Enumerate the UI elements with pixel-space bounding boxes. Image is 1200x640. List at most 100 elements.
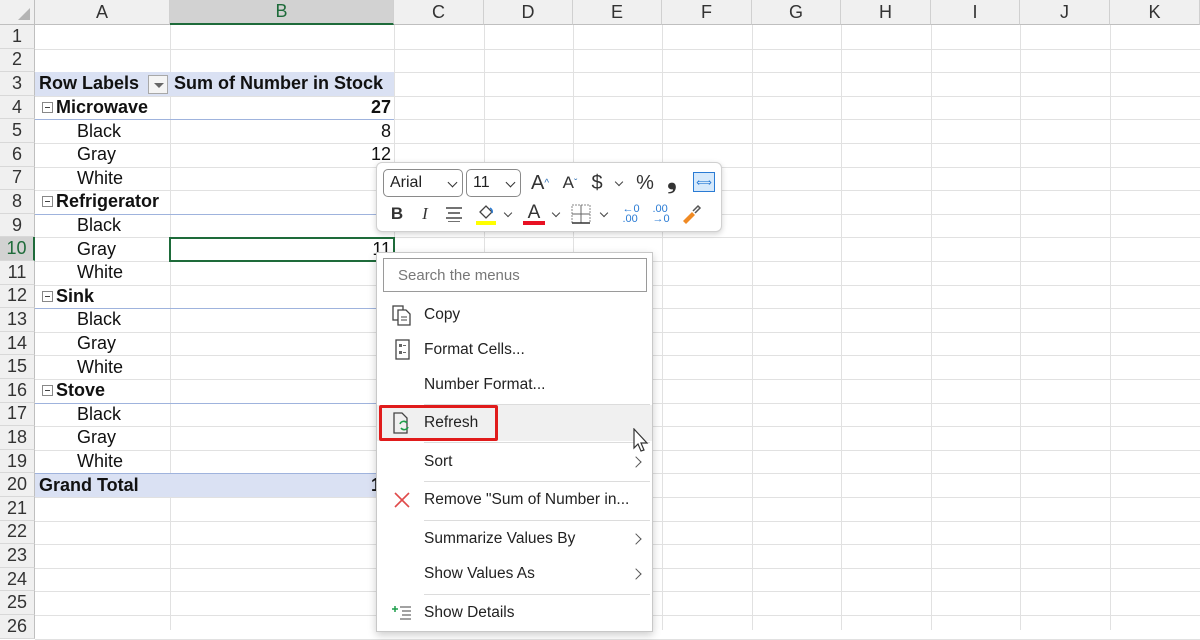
row-header-24[interactable]: 24	[0, 567, 35, 592]
column-header-g[interactable]: G	[752, 0, 841, 25]
row-header-23[interactable]: 23	[0, 544, 35, 568]
row-header-8[interactable]: 8	[0, 190, 35, 214]
row-header-22[interactable]: 22	[0, 520, 35, 545]
pivot-row-label[interactable]: Sink	[38, 285, 94, 309]
pivot-row-value[interactable]: 3	[174, 190, 391, 214]
column-header-a[interactable]: A	[35, 0, 170, 25]
active-cell-b10[interactable]	[169, 237, 395, 262]
fill-color-dropdown-chevron[interactable]	[503, 208, 513, 218]
pivot-row-value[interactable]: 8	[174, 119, 391, 143]
pivot-row-value[interactable]: 1	[174, 261, 391, 285]
pivot-row-value[interactable]: 3	[174, 379, 391, 403]
pivot-row-value[interactable]: 1	[174, 355, 391, 379]
row-header-11[interactable]: 11	[0, 261, 35, 285]
menu-item-sort[interactable]: Sort	[377, 444, 652, 480]
menu-item-format-cells[interactable]: Format Cells...	[377, 332, 652, 368]
pivot-row-label[interactable]: White	[77, 355, 123, 379]
pivot-row-label[interactable]: Refrigerator	[38, 190, 159, 214]
column-header-b[interactable]: B	[170, 0, 394, 25]
row-header-13[interactable]: 13	[0, 308, 35, 332]
values-header[interactable]: Sum of Number in Stock	[174, 72, 383, 96]
currency-format-button[interactable]: $	[587, 169, 607, 197]
select-all-button[interactable]	[0, 0, 35, 25]
row-header-3[interactable]: 3	[0, 72, 35, 96]
row-header-20[interactable]: 20	[0, 473, 35, 497]
pivot-row-value[interactable]: 1	[174, 450, 391, 474]
column-header-c[interactable]: C	[394, 0, 484, 25]
pivot-row-label[interactable]: Stove	[38, 379, 105, 403]
row-header-26[interactable]: 26	[0, 615, 35, 639]
pivot-row-label[interactable]: Gray	[77, 426, 116, 450]
pivot-row-label[interactable]: White	[77, 167, 123, 191]
row-header-21[interactable]: 21	[0, 497, 35, 521]
row-header-15[interactable]: 15	[0, 355, 35, 379]
menu-item-summarize-values-by[interactable]: Summarize Values By	[377, 521, 652, 557]
fill-color-button[interactable]	[475, 201, 497, 227]
row-header-5[interactable]: 5	[0, 119, 35, 143]
column-header-f[interactable]: F	[662, 0, 752, 25]
pivot-row-value[interactable]	[174, 167, 391, 191]
decrease-decimal-button[interactable]: .00 →0	[649, 201, 673, 227]
italic-button[interactable]: I	[415, 201, 435, 227]
pivot-row-label[interactable]: Gray	[77, 332, 116, 356]
currency-dropdown-chevron[interactable]	[614, 177, 624, 187]
pivot-row-label[interactable]: Grand Total	[39, 473, 139, 497]
column-header-i[interactable]: I	[931, 0, 1020, 25]
column-header-e[interactable]: E	[573, 0, 662, 25]
pivot-row-value[interactable]: 1	[174, 332, 391, 356]
pivot-row-label[interactable]: Gray	[77, 143, 116, 167]
percent-style-button[interactable]: %	[633, 169, 657, 197]
pivot-row-value[interactable]: 12	[174, 473, 391, 497]
row-header-16[interactable]: 16	[0, 379, 35, 403]
row-header-19[interactable]: 19	[0, 449, 35, 474]
collapse-icon[interactable]	[42, 290, 53, 302]
row-header-1[interactable]: 1	[0, 25, 35, 49]
menu-item-copy[interactable]: Copy	[377, 297, 652, 333]
increase-font-size-button[interactable]: A ^	[527, 169, 553, 197]
pivot-row-label[interactable]: Black	[77, 403, 121, 427]
collapse-icon[interactable]	[42, 196, 53, 208]
format-painter-button[interactable]	[679, 201, 703, 227]
comma-style-button[interactable]: ❟	[664, 167, 680, 195]
pivot-row-label[interactable]: Black	[77, 308, 121, 332]
borders-button[interactable]	[569, 201, 593, 227]
menu-item-show-details[interactable]: Show Details	[377, 595, 652, 631]
pivot-row-value[interactable]: 1	[174, 426, 391, 450]
row-labels-header[interactable]: Row Labels	[39, 72, 139, 96]
pivot-row-label[interactable]: Black	[77, 214, 121, 238]
collapse-icon[interactable]	[42, 102, 53, 114]
row-header-9[interactable]: 9	[0, 213, 35, 238]
row-header-2[interactable]: 2	[0, 48, 35, 73]
column-header-j[interactable]: J	[1020, 0, 1110, 25]
font-size-select[interactable]: 11	[466, 169, 521, 197]
row-header-10[interactable]: 10	[0, 237, 35, 261]
menu-item-number-format[interactable]: Number Format...	[377, 367, 652, 403]
increase-decimal-button[interactable]: ←0.00	[619, 201, 643, 227]
row-labels-filter-dropdown[interactable]	[148, 75, 168, 94]
row-header-7[interactable]: 7	[0, 166, 35, 191]
pivot-row-label[interactable]: Gray	[77, 237, 116, 261]
font-name-select[interactable]: Arial	[383, 169, 463, 197]
row-header-4[interactable]: 4	[0, 95, 35, 120]
pivot-row-value[interactable]: 1	[174, 403, 391, 427]
menu-item-show-values-as[interactable]: Show Values As	[377, 556, 652, 592]
row-header-14[interactable]: 14	[0, 331, 35, 356]
bold-button[interactable]: B	[387, 201, 407, 227]
merge-center-button[interactable]: ⟺	[693, 172, 715, 192]
row-header-18[interactable]: 18	[0, 426, 35, 450]
decrease-font-size-button[interactable]: Aˇ	[558, 169, 582, 197]
search-menus-input[interactable]: Search the menus	[383, 258, 647, 292]
row-header-17[interactable]: 17	[0, 402, 35, 427]
column-header-h[interactable]: H	[841, 0, 931, 25]
pivot-row-value[interactable]	[174, 214, 391, 238]
column-header-k[interactable]: K	[1110, 0, 1200, 25]
row-header-6[interactable]: 6	[0, 143, 35, 167]
pivot-row-label[interactable]: Black	[77, 119, 121, 143]
pivot-row-label[interactable]: Microwave	[38, 96, 148, 120]
pivot-row-value[interactable]: 27	[174, 96, 391, 120]
pivot-row-label[interactable]: White	[77, 450, 123, 474]
collapse-icon[interactable]	[42, 385, 53, 397]
center-align-button[interactable]	[443, 201, 465, 227]
pivot-row-value[interactable]: 1	[174, 308, 391, 332]
column-header-d[interactable]: D	[484, 0, 573, 25]
